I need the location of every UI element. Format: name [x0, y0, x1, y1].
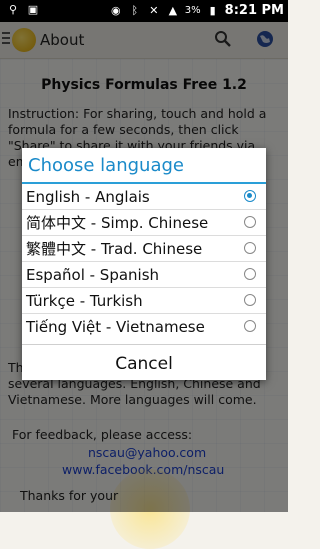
radio-button[interactable] [244, 320, 256, 332]
radio-button[interactable] [244, 242, 256, 254]
language-option-simplified-chinese[interactable]: 简体中文 - Simp. Chinese [22, 210, 266, 236]
dialog-title: Choose language [22, 148, 266, 184]
language-option-label: 简体中文 - Simp. Chinese [26, 214, 209, 232]
radio-button[interactable] [244, 268, 256, 280]
language-option-label: Español - Spanish [26, 266, 160, 284]
cancel-button[interactable]: Cancel [22, 344, 266, 383]
status-bar: ⚲ ▣ ◉ ᛒ ✕ ▲ 3% ▮ 8:21 PM [0, 0, 288, 22]
language-option-label: English - Anglais [26, 188, 150, 206]
usb-icon: ⚲ [8, 3, 18, 16]
language-option-turkish[interactable]: Türkçe - Turkish [22, 288, 266, 314]
signal-icon: ▲ [168, 3, 178, 17]
language-option-spanish[interactable]: Español - Spanish [22, 262, 266, 288]
battery-percent: 3% [184, 5, 201, 16]
radio-button-selected[interactable] [244, 190, 256, 202]
mute-icon: ✕ [149, 3, 159, 17]
language-option-label: Tiếng Việt - Vietnamese [26, 318, 205, 336]
clock: 8:21 PM [224, 3, 284, 18]
language-option-traditional-chinese[interactable]: 繁體中文 - Trad. Chinese [22, 236, 266, 262]
eye-icon: ◉ [110, 3, 121, 17]
language-option-label: Türkçe - Turkish [26, 292, 143, 310]
radio-button[interactable] [244, 294, 256, 306]
bluetooth-icon: ᛒ [131, 3, 139, 17]
language-dialog: Choose language English - Anglais 简体中文 -… [22, 148, 266, 380]
language-option-label: 繁體中文 - Trad. Chinese [26, 240, 203, 258]
battery-icon: ▮ [209, 3, 216, 17]
language-option-vietnamese[interactable]: Tiếng Việt - Vietnamese [22, 314, 266, 340]
radio-button[interactable] [244, 216, 256, 228]
language-option-english[interactable]: English - Anglais [22, 184, 266, 210]
image-icon: ▣ [27, 3, 39, 16]
